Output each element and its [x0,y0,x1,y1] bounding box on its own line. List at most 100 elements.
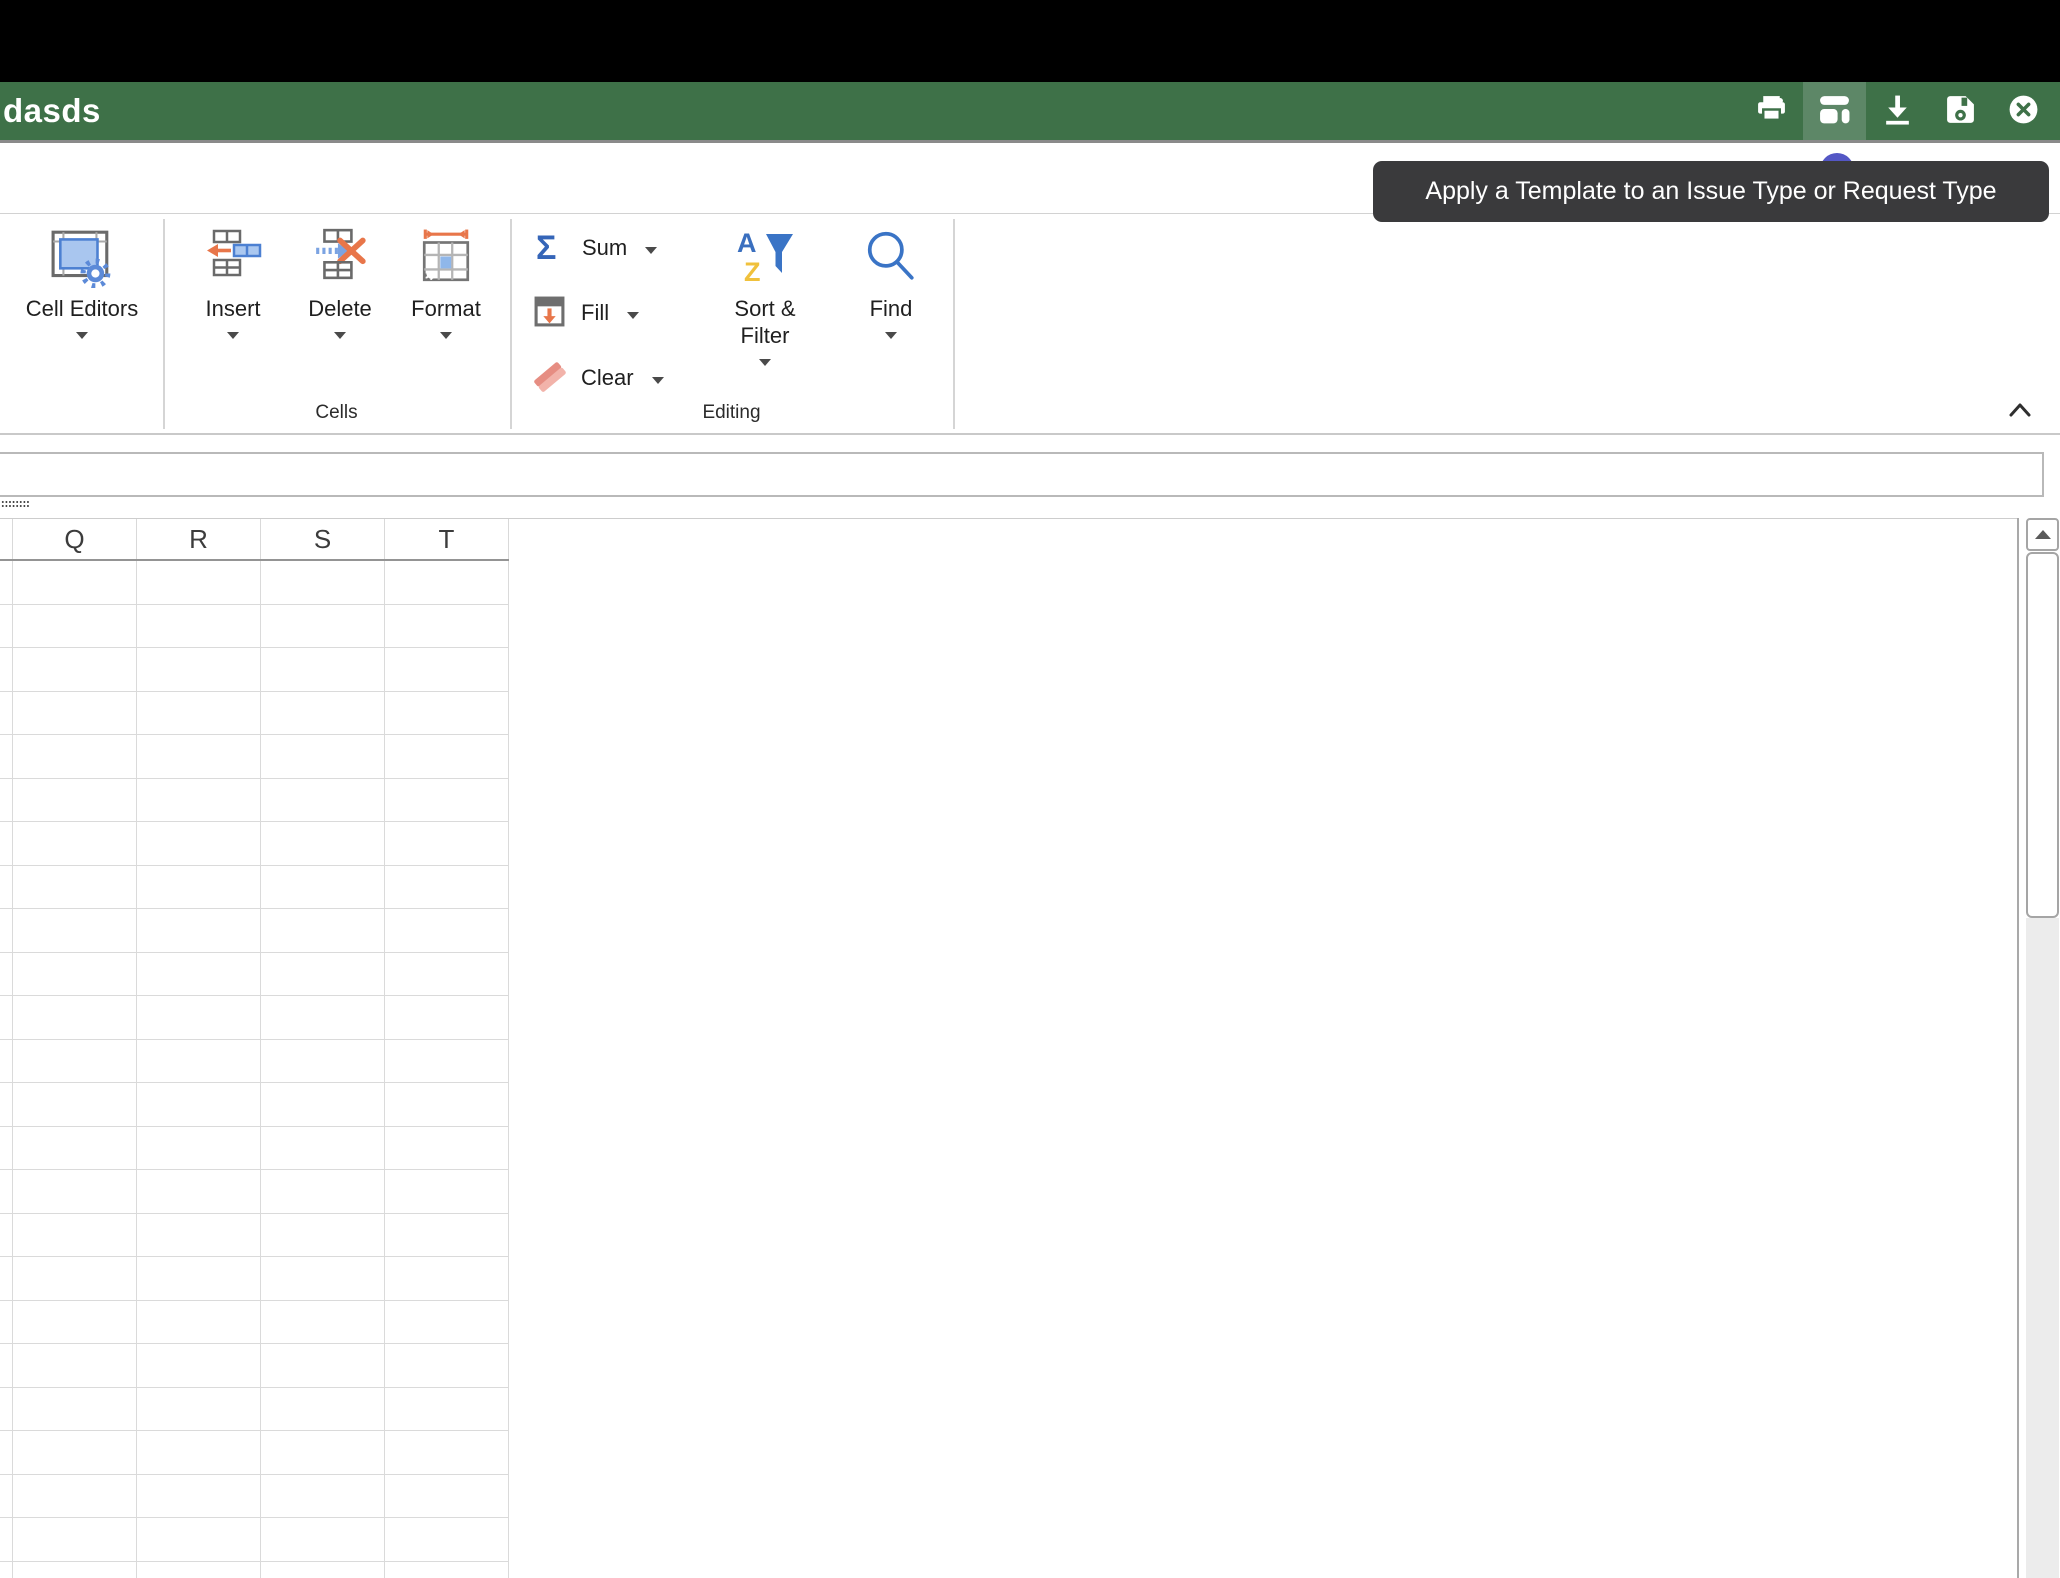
grid-cell[interactable] [137,1083,261,1126]
grid-cell[interactable] [0,1344,13,1387]
grid-cell[interactable] [385,1127,509,1170]
grid-cell[interactable] [385,909,509,952]
grid-cell[interactable] [13,822,137,865]
grid-cell[interactable] [13,779,137,822]
grid-cell[interactable] [261,692,385,735]
grid-cell[interactable] [261,953,385,996]
grid-cell[interactable] [385,1257,509,1300]
grid-cell[interactable] [261,909,385,952]
grid-cell[interactable] [137,1127,261,1170]
grid-cell[interactable] [137,1257,261,1300]
grid-cell[interactable] [385,1344,509,1387]
grid-cell[interactable] [137,1040,261,1083]
grid-cell[interactable] [0,1170,13,1213]
grid-cell[interactable] [13,1257,137,1300]
grid-cell[interactable] [13,1170,137,1213]
grid-cell[interactable] [13,953,137,996]
grid-cell[interactable] [261,866,385,909]
grid-cell[interactable] [13,866,137,909]
grid-cell[interactable] [0,909,13,952]
grid-cell[interactable] [0,866,13,909]
grid-cell[interactable] [0,1388,13,1431]
close-button[interactable] [1992,82,2055,140]
scroll-up-button[interactable] [2026,518,2059,551]
apply-template-button[interactable] [1803,82,1866,140]
insert-button[interactable]: Insert [185,228,281,339]
grid-cell[interactable] [261,1388,385,1431]
grid-cell[interactable] [385,1083,509,1126]
grid-cell[interactable] [0,1214,13,1257]
fill-button[interactable]: Fill [533,291,639,335]
grid-cell[interactable] [13,1562,137,1578]
grid-cell[interactable] [261,648,385,691]
collapse-ribbon-button[interactable] [1998,394,2042,428]
scrollbar-thumb[interactable] [2026,552,2059,918]
grid-cell[interactable] [137,648,261,691]
grid-cell[interactable] [0,1562,13,1578]
grid-cell[interactable] [261,1083,385,1126]
sum-button[interactable]: Σ Sum [533,226,657,270]
delete-button[interactable]: Delete [292,228,388,339]
grid-cell[interactable] [385,692,509,735]
grid-cell[interactable] [261,1214,385,1257]
grid-cell[interactable] [137,1344,261,1387]
grid-cell[interactable] [385,1040,509,1083]
column-header[interactable]: T [385,519,509,559]
grid-cell[interactable] [261,1170,385,1213]
vertical-scrollbar[interactable] [2026,518,2059,1578]
grid-cell[interactable] [13,1301,137,1344]
grid-cell[interactable] [0,735,13,778]
grid-cell[interactable] [385,822,509,865]
grid-cell[interactable] [13,692,137,735]
grid-cell[interactable] [13,996,137,1039]
grid-cell[interactable] [0,1127,13,1170]
format-button[interactable]: Format [398,228,494,339]
grid-cell[interactable] [137,1475,261,1518]
grid-cell[interactable] [137,866,261,909]
scrollbar-track[interactable] [2026,918,2059,1578]
grid-cell[interactable] [385,605,509,648]
find-button[interactable]: Find [845,228,937,339]
grid-cell[interactable] [13,1344,137,1387]
download-button[interactable] [1866,82,1929,140]
grid-cell[interactable] [261,1431,385,1474]
grid-cell[interactable] [0,779,13,822]
grid-cell[interactable] [13,1214,137,1257]
grid-cell[interactable] [0,692,13,735]
grid-cell[interactable] [261,1040,385,1083]
grid-cell[interactable] [137,996,261,1039]
grid-cell[interactable] [385,866,509,909]
grid-cell[interactable] [261,1518,385,1561]
grid-cell[interactable] [137,1301,261,1344]
column-header-partial[interactable] [0,519,13,559]
grid-cell[interactable] [385,1214,509,1257]
grid-cell[interactable] [13,648,137,691]
grid-cell[interactable] [13,1431,137,1474]
column-header[interactable]: S [261,519,385,559]
grid-cell[interactable] [0,1431,13,1474]
grid-cell[interactable] [137,1431,261,1474]
grid-cell[interactable] [0,1301,13,1344]
grid-cell[interactable] [261,1301,385,1344]
grid-cell[interactable] [385,1388,509,1431]
grid-cell[interactable] [261,822,385,865]
column-header[interactable]: Q [13,519,137,559]
grid-cell[interactable] [0,822,13,865]
grid-cell[interactable] [13,1040,137,1083]
grid-cell[interactable] [0,1257,13,1300]
grid-cell[interactable] [0,1040,13,1083]
grid-cell[interactable] [137,1170,261,1213]
grid-cell[interactable] [261,1257,385,1300]
grid-cell[interactable] [385,648,509,691]
grid-cell[interactable] [385,735,509,778]
grid-cell[interactable] [0,1083,13,1126]
grid-cell[interactable] [137,735,261,778]
grid-cell[interactable] [13,1475,137,1518]
grid-cell[interactable] [0,996,13,1039]
formula-bar-input[interactable] [0,452,2044,497]
grid-cell[interactable] [261,735,385,778]
grid-cell[interactable] [0,1475,13,1518]
grid-cell[interactable] [13,1083,137,1126]
grid-cell[interactable] [137,822,261,865]
grid-cell[interactable] [137,561,261,604]
